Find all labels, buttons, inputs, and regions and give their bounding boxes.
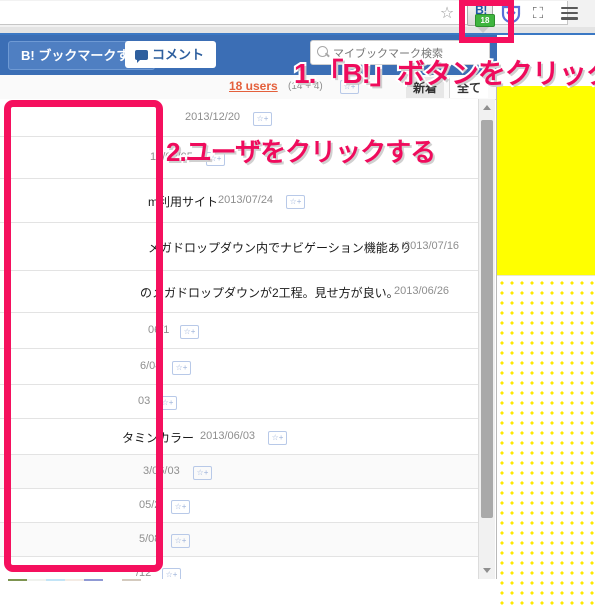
annotation-step-2: 2.ユーザをクリックする	[164, 135, 438, 169]
bookmark-date: 2013/12/20	[185, 111, 241, 123]
bookmark-title[interactable]: のメガドロップダウンが2工程。見せ方が良い。	[140, 284, 399, 301]
comment-button-label: コメント	[152, 47, 205, 62]
star-add-icon[interactable]: ☆+	[253, 112, 272, 126]
star-add-icon[interactable]: ☆+	[162, 568, 181, 579]
yellow-block	[495, 86, 595, 276]
star-add-icon[interactable]: ☆+	[286, 195, 305, 209]
list-scrollbar[interactable]	[478, 99, 495, 579]
bookmark-date: 2013/07/24	[218, 194, 274, 206]
star-icon[interactable]: ☆	[436, 4, 458, 24]
menu-icon[interactable]	[558, 4, 580, 24]
frame-icon[interactable]: ⛶	[527, 4, 549, 24]
scrollbar-thumb[interactable]	[481, 120, 493, 518]
star-add-icon[interactable]: ☆+	[172, 361, 191, 375]
bookmark-date: 2013/07/16	[404, 240, 460, 252]
scroll-down-arrow[interactable]	[479, 562, 495, 579]
star-add-icon[interactable]: ☆+	[171, 534, 190, 548]
annotation-box-bookmark-button	[459, 0, 514, 43]
star-add-icon[interactable]: ☆+	[268, 431, 287, 445]
annotation-box-user-list	[4, 100, 163, 572]
comment-bubble-icon	[135, 50, 148, 63]
bookmark-date: 2013/06/03	[200, 430, 256, 442]
users-count-link[interactable]: 18 users	[229, 79, 278, 93]
bookmark-title[interactable]: メガドロップダウン内でナビゲーション機能あり	[148, 239, 412, 256]
annotation-step-1: 1.「B!」ボタンをクリック	[292, 56, 595, 91]
comment-button[interactable]: コメント	[125, 41, 217, 68]
star-add-icon[interactable]: ☆+	[171, 500, 190, 514]
polka-dot-background	[495, 276, 595, 605]
bookmark-date: 2013/06/26	[394, 285, 450, 297]
star-add-icon[interactable]: ☆+	[180, 325, 199, 339]
scroll-up-arrow[interactable]	[479, 99, 495, 116]
star-add-icon[interactable]: ☆+	[193, 466, 212, 480]
